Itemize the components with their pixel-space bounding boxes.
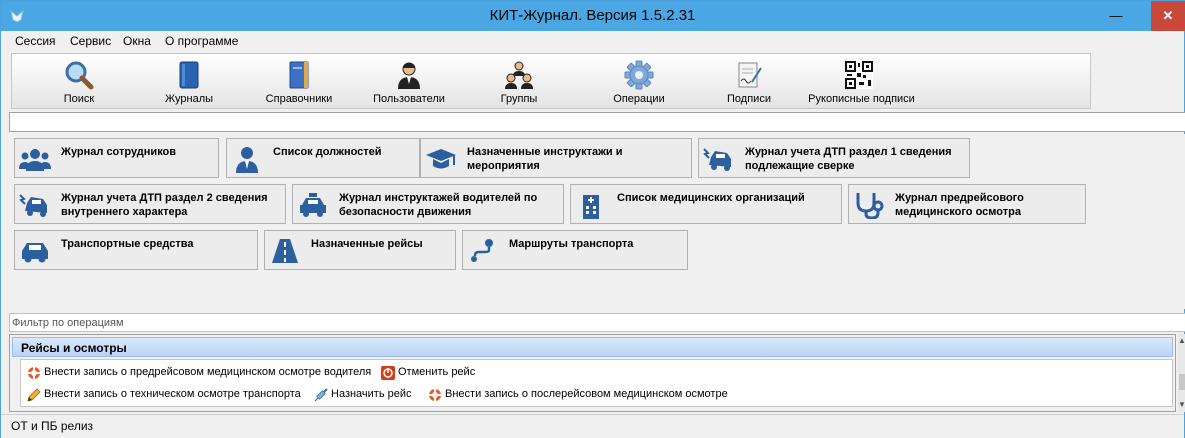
close-button[interactable]: ✕ — [1151, 1, 1185, 31]
toolbar-users-label: Пользователи — [373, 93, 445, 105]
tile-driver-briefings-journal[interactable]: Журнал инструктажей водителей по безопас… — [292, 184, 564, 224]
tile-assigned-briefings[interactable]: Назначенные инструктажи и мероприятия — [420, 138, 692, 178]
pencil-icon — [27, 388, 41, 402]
tile-positions-list-label: Список должностей — [273, 146, 382, 158]
graduation-cap-icon — [426, 149, 456, 169]
op-cancel-trip-label: Отменить рейс — [398, 366, 476, 378]
menu-session[interactable]: Сессия — [15, 34, 56, 48]
toolbar-search-button[interactable]: Поиск — [24, 54, 134, 108]
tile-pretrip-medical-journal[interactable]: Журнал предрейсового медицинского осмотр… — [848, 184, 1086, 224]
employees-icon — [19, 149, 51, 171]
syringe-icon — [314, 388, 328, 402]
lifebuoy-icon — [428, 388, 442, 402]
group-icon — [505, 61, 533, 89]
scroll-down-icon[interactable]: ▼ — [1178, 400, 1185, 409]
tile-employees-journal-label: Журнал сотрудников — [61, 146, 177, 158]
tile-vehicles[interactable]: Транспортные средства — [14, 230, 258, 270]
tile-employees-journal[interactable]: Журнал сотрудников — [14, 138, 219, 178]
tile-medical-organizations-label: Список медицинских организаций — [617, 192, 805, 204]
tile-positions-list[interactable]: Список должностей — [226, 138, 420, 178]
scrollbar-thumb[interactable] — [1179, 374, 1185, 390]
tile-assigned-trips[interactable]: Назначенные рейсы — [264, 230, 456, 270]
menu-bar: Сессия Сервис Окна О программе — [1, 31, 1184, 51]
tile-accident-journal-2-label: Журнал учета ДТП раздел 2 сведения внутр… — [61, 192, 268, 218]
gear-icon — [624, 60, 654, 90]
car-icon — [22, 243, 48, 263]
close-icon: ✕ — [1162, 8, 1174, 23]
toolbar-users-button[interactable]: Пользователи — [354, 54, 464, 108]
journal-book-icon — [179, 61, 199, 89]
tile-driver-briefings-journal-label: Журнал инструктажей водителей по безопас… — [339, 192, 538, 218]
car-crash-icon — [703, 148, 731, 171]
toolbar-operations-button[interactable]: Операции — [584, 54, 694, 108]
op-posttrip-medical-record-label: Внести запись о послерейсовом медицинско… — [445, 388, 728, 400]
toolbar-handwritten-signatures-button[interactable]: Рукописные подписи — [804, 54, 919, 108]
tile-assigned-trips-label: Назначенные рейсы — [311, 238, 423, 250]
reference-book-icon — [289, 61, 309, 89]
stethoscope-icon — [856, 193, 884, 219]
toolbar-journals-button[interactable]: Журналы — [134, 54, 244, 108]
toolbar-search-label: Поиск — [63, 93, 95, 105]
toolbar-signatures-button[interactable]: Подписи — [694, 54, 804, 108]
cancel-icon — [381, 366, 395, 380]
toolbar-signatures-label: Подписи — [727, 93, 771, 105]
signature-icon — [738, 62, 762, 88]
user-icon — [398, 62, 420, 89]
status-text: ОТ и ПБ релиз — [11, 419, 94, 433]
tile-vehicles-label: Транспортные средства — [61, 238, 194, 250]
toolbar-empty-area — [1093, 53, 1184, 109]
menu-windows[interactable]: Окна — [123, 34, 151, 48]
toolbar-operations-label: Операции — [613, 93, 665, 105]
scroll-up-icon[interactable]: ▲ — [1178, 336, 1185, 345]
app-window: КИТ-Журнал. Версия 1.5.2.31 — ✕ Сессия С… — [0, 0, 1185, 438]
lifebuoy-icon — [27, 366, 41, 380]
op-technical-inspection-record-label: Внести запись о техническом осмотре тран… — [44, 388, 301, 400]
toolbar-journals-label: Журналы — [164, 93, 214, 105]
tile-accident-journal-1-label: Журнал учета ДТП раздел 1 сведения подле… — [745, 146, 952, 172]
journal-tiles-area: Журнал сотрудников Список должностей Наз… — [9, 134, 1185, 309]
tile-medical-organizations[interactable]: Список медицинских организаций — [570, 184, 842, 224]
window-title: КИТ-Журнал. Версия 1.5.2.31 — [489, 7, 696, 24]
operations-group-title: Рейсы и осмотры — [21, 341, 127, 355]
main-toolbar: Поиск Журналы Справочники Пользователи Г… — [11, 53, 1091, 109]
car-crash-icon — [19, 194, 47, 217]
taxi-icon — [300, 193, 326, 217]
position-icon — [236, 147, 258, 173]
toolbar-references-button[interactable]: Справочники — [244, 54, 354, 108]
tile-accident-journal-2[interactable]: Журнал учета ДТП раздел 2 сведения внутр… — [14, 184, 286, 224]
menu-about[interactable]: О программе — [165, 34, 238, 48]
tile-transport-routes-label: Маршруты транспорта — [509, 238, 634, 250]
toolbar-references-label: Справочники — [265, 93, 333, 105]
op-pretrip-medical-record-label: Внести запись о предрейсовом медицинском… — [44, 366, 372, 378]
menu-service[interactable]: Сервис — [70, 34, 111, 48]
minimize-icon: — — [1109, 8, 1123, 23]
title-bar[interactable]: КИТ-Журнал. Версия 1.5.2.31 — ✕ — [1, 1, 1185, 31]
road-icon — [272, 239, 298, 263]
tile-pretrip-medical-journal-label: Журнал предрейсового медицинского осмотр… — [895, 192, 1024, 218]
route-icon — [471, 239, 493, 262]
minimize-button[interactable]: — — [1101, 1, 1131, 31]
operations-panel: Рейсы и осмотры Внести запись о предрейс… — [9, 334, 1176, 412]
tile-transport-routes[interactable]: Маршруты транспорта — [462, 230, 688, 270]
tile-assigned-briefings-label: Назначенные инструктажи и мероприятия — [467, 146, 623, 172]
operations-group-header[interactable]: Рейсы и осмотры — [12, 337, 1173, 357]
qr-code-icon — [845, 61, 873, 89]
toolbar-handwritten-signatures-label: Рукописные подписи — [808, 93, 915, 105]
toolbar-groups-button[interactable]: Группы — [464, 54, 574, 108]
toolbar-groups-label: Группы — [500, 93, 538, 105]
hospital-icon — [583, 195, 599, 219]
status-bar: ОТ и ПБ релиз — [1, 414, 1184, 438]
operations-filter-input[interactable] — [9, 313, 1185, 332]
tile-accident-journal-1[interactable]: Журнал учета ДТП раздел 1 сведения подле… — [698, 138, 970, 178]
op-assign-trip-label: Назначить рейс — [331, 388, 412, 400]
operations-list: Внести запись о предрейсовом медицинском… — [20, 359, 1173, 407]
command-input[interactable] — [9, 112, 1185, 132]
operations-scrollbar[interactable]: ▲ ▼ — [1178, 334, 1185, 412]
magnifier-icon — [65, 61, 94, 90]
